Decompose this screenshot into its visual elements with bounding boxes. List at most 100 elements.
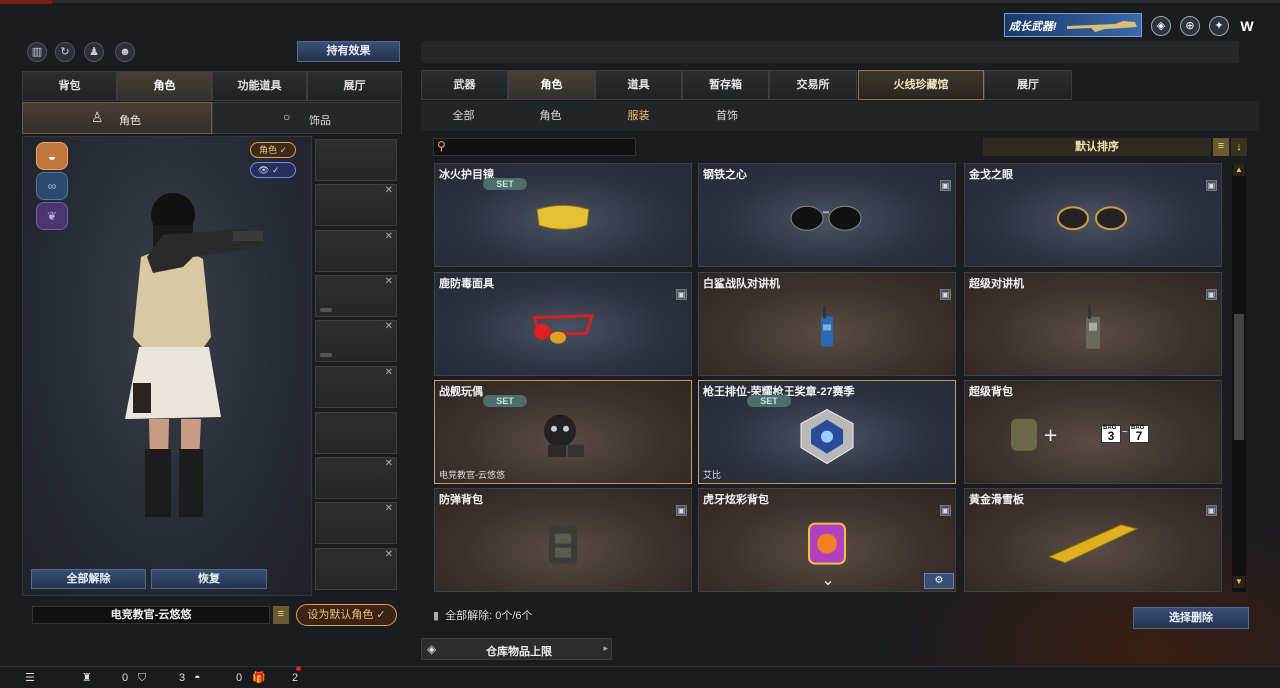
scrollbar[interactable]: ▲ ▼ bbox=[1232, 164, 1246, 592]
bag-capacity-from: BAG 3 bbox=[1101, 425, 1121, 443]
item-name: 超级对讲机 bbox=[969, 278, 1024, 290]
right-tab-collection[interactable]: 火线珍藏馆 bbox=[858, 70, 984, 100]
wings-slot-icon[interactable]: ❦ bbox=[36, 202, 68, 230]
growth-weapon-banner[interactable]: 成长武器! bbox=[1004, 13, 1142, 37]
chat-icon[interactable]: ◓ bbox=[194, 668, 201, 688]
goggles-slot-icon[interactable]: ∞ bbox=[36, 172, 68, 200]
lock-icon: ▣ bbox=[940, 289, 951, 300]
shield-icon[interactable]: ⛉ bbox=[138, 668, 146, 688]
item-card[interactable]: 黄金滑雪板 ▣ bbox=[964, 488, 1222, 592]
show-character-toggle[interactable]: 角色 ✓ bbox=[250, 142, 296, 158]
star-badge-icon[interactable]: ✦ bbox=[1209, 16, 1229, 36]
right-header-bar bbox=[421, 41, 1239, 63]
remove-icon[interactable]: ✕ bbox=[385, 549, 393, 560]
w-logo-icon[interactable]: W bbox=[1237, 16, 1257, 36]
left-tab-backpack[interactable]: 背包 bbox=[22, 71, 117, 101]
stats-icon[interactable]: ▥ bbox=[27, 42, 47, 62]
remove-icon[interactable]: ✕ bbox=[385, 367, 393, 378]
pet-icon[interactable]: ☻ bbox=[115, 42, 135, 62]
remove-icon[interactable]: ✕ bbox=[385, 458, 393, 469]
restore-button[interactable]: 恢复 bbox=[151, 569, 267, 589]
subtab-clothing[interactable]: 服装 bbox=[595, 101, 682, 131]
top-border bbox=[0, 0, 1280, 3]
inventory-screen: ▥ ↻ ♟ ☻ 持有效果 成长武器! ◈ ⊕ ✦ W 背包 角色 功能道具 展厅… bbox=[0, 0, 1280, 688]
right-tab-items[interactable]: 道具 bbox=[595, 70, 682, 100]
equip-slot[interactable]: ✕ bbox=[315, 320, 397, 362]
subtab-accessory[interactable]: ○ 饰品 bbox=[212, 102, 402, 134]
search-input[interactable]: ⚲ bbox=[433, 138, 636, 156]
equip-slot[interactable]: ✕ bbox=[315, 366, 397, 408]
item-card[interactable]: 战舰玩偶 SET 电竞教官-云悠悠 bbox=[434, 380, 692, 484]
warehouse-limit-label: 仓库物品上限 bbox=[486, 646, 552, 658]
subtab-role[interactable]: 角色 bbox=[506, 101, 595, 131]
remove-icon[interactable]: ✕ bbox=[385, 321, 393, 332]
unequip-all-button[interactable]: 全部解除 bbox=[31, 569, 146, 589]
hold-effect-button[interactable]: 持有效果 bbox=[297, 41, 400, 62]
hat-slot-icon[interactable]: ◒ bbox=[36, 142, 68, 170]
right-tab-weapons[interactable]: 武器 bbox=[421, 70, 508, 100]
equip-slot[interactable]: ✕ bbox=[315, 230, 397, 272]
remove-icon[interactable]: ✕ bbox=[385, 185, 393, 196]
item-card[interactable]: 防弹背包 ▣ bbox=[434, 488, 692, 592]
item-card[interactable]: 超级背包 + BAG 3 ~ BAG 7 bbox=[964, 380, 1222, 484]
expand-chevron-icon[interactable]: ⌄ bbox=[813, 570, 843, 590]
lock-icon: ▣ bbox=[1206, 289, 1217, 300]
remove-icon[interactable]: ✕ bbox=[385, 231, 393, 242]
equip-slot[interactable]: ✕ bbox=[315, 502, 397, 544]
user-icon[interactable]: ♜ bbox=[82, 668, 92, 688]
scroll-up-icon[interactable]: ▲ bbox=[1233, 164, 1245, 176]
item-card[interactable]: 鹿防毒面具 ▣ bbox=[434, 272, 692, 376]
character-preview: ◒ ∞ ❦ 角色 ✓ 👁 ✓ 全部解除 恢复 bbox=[22, 136, 312, 596]
equip-slot[interactable]: ✕ bbox=[315, 275, 397, 317]
right-tab-storage[interactable]: 暂存箱 bbox=[682, 70, 769, 100]
subtab-jewelry[interactable]: 首饰 bbox=[682, 101, 772, 131]
left-tab-showroom[interactable]: 展厅 bbox=[307, 71, 402, 101]
item-card[interactable]: 枪王排位-荣耀枪王奖章-27赛季 SET 艾比 bbox=[698, 380, 956, 484]
right-tab-showroom[interactable]: 展厅 bbox=[984, 70, 1072, 100]
scroll-thumb[interactable] bbox=[1234, 314, 1244, 440]
list-icon[interactable]: ≡ bbox=[273, 606, 289, 624]
bottom-count-1: 0 bbox=[122, 672, 129, 684]
lock-icon: ▣ bbox=[940, 180, 951, 191]
left-tab-character[interactable]: 角色 bbox=[117, 71, 212, 101]
set-default-character-button[interactable]: 设为默认角色 ✓ bbox=[296, 604, 397, 626]
rotate-icon[interactable]: ↻ bbox=[55, 42, 75, 62]
item-card[interactable]: 钢铁之心 ▣ bbox=[698, 163, 956, 267]
remove-icon[interactable]: ✕ bbox=[385, 503, 393, 514]
right-tab-exchange[interactable]: 交易所 bbox=[769, 70, 857, 100]
lock-icon: ▣ bbox=[676, 505, 687, 516]
choose-remove-button[interactable]: 选择删除 bbox=[1133, 607, 1249, 629]
right-tab-character[interactable]: 角色 bbox=[508, 70, 595, 100]
subtab-all[interactable]: 全部 bbox=[421, 101, 506, 131]
crosshair-icon[interactable]: ⊕ bbox=[1180, 16, 1200, 36]
pose-icon[interactable]: ♟ bbox=[84, 42, 104, 62]
equip-slot[interactable] bbox=[315, 139, 397, 181]
shield-badge-icon[interactable]: ◈ bbox=[1151, 16, 1171, 36]
item-card[interactable]: 白鲨战队对讲机 ▣ bbox=[698, 272, 956, 376]
sort-dropdown[interactable]: 默认排序 bbox=[983, 138, 1211, 156]
warehouse-limit-bar[interactable]: ◈ 仓库物品上限 ▸ bbox=[421, 638, 612, 660]
menu-icon[interactable]: ☰ bbox=[25, 668, 35, 688]
list-view-icon[interactable]: ≡ bbox=[1213, 138, 1229, 156]
equip-slot[interactable]: ✕ bbox=[315, 548, 397, 590]
equip-slot[interactable]: ✕ bbox=[315, 184, 397, 226]
scroll-down-icon[interactable]: ▼ bbox=[1233, 576, 1245, 588]
subtab-character[interactable]: ♙ 角色 bbox=[22, 102, 212, 134]
remove-icon[interactable]: ✕ bbox=[385, 276, 393, 287]
sort-direction-icon[interactable]: ↓ bbox=[1231, 138, 1247, 156]
rifle-icon bbox=[1067, 21, 1137, 32]
search-icon: ⚲ bbox=[437, 139, 446, 153]
unequip-status: ▮ 全部解除: 0个/6个 bbox=[433, 608, 533, 624]
gift-icon[interactable]: 🎁 bbox=[252, 668, 266, 688]
gear-icon[interactable]: ⚙ bbox=[924, 573, 954, 589]
item-card[interactable]: 超级对讲机 ▣ bbox=[964, 272, 1222, 376]
equip-slot[interactable] bbox=[315, 412, 397, 454]
notification-dot bbox=[296, 666, 301, 671]
equip-slot[interactable]: ✕ bbox=[315, 457, 397, 499]
owner-label: 艾比 bbox=[703, 470, 722, 480]
character-name-field[interactable]: 电竞教官-云悠悠 bbox=[32, 606, 270, 624]
show-eye-toggle[interactable]: 👁 ✓ bbox=[250, 162, 296, 178]
left-tab-function-items[interactable]: 功能道具 bbox=[212, 71, 307, 101]
item-card[interactable]: 冰火护目镜 SET bbox=[434, 163, 692, 267]
item-card[interactable]: 金戈之眼 ▣ bbox=[964, 163, 1222, 267]
